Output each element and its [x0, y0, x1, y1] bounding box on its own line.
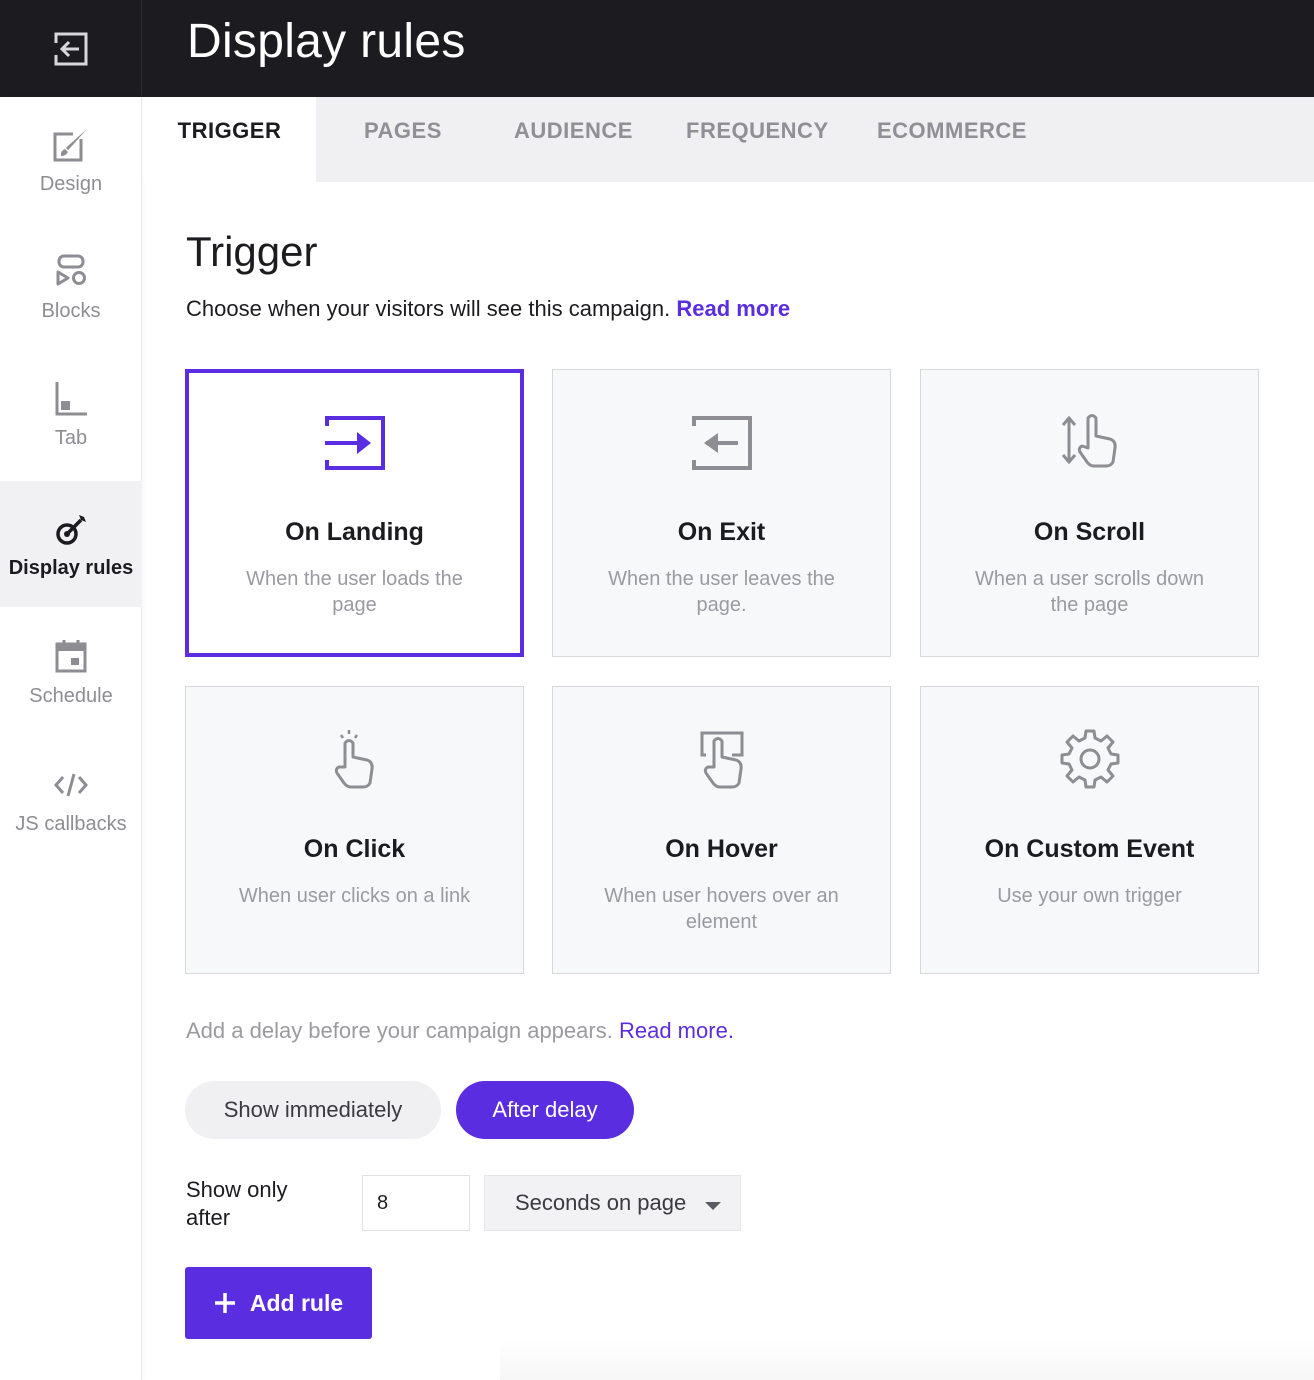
tab-frequency[interactable]: FREQUENCY: [686, 97, 829, 182]
sidebar-item-blocks[interactable]: Blocks: [0, 224, 142, 350]
after-delay-button[interactable]: After delay: [456, 1081, 634, 1139]
trigger-card-on-scroll[interactable]: On Scroll When a user scrolls down the p…: [920, 369, 1259, 657]
sidebar-item-display-rules[interactable]: Display rules: [0, 481, 142, 607]
target-icon: [56, 514, 86, 545]
page-title: Display rules: [187, 15, 466, 68]
blocks-icon: [56, 254, 86, 285]
caret-down-icon: [705, 1202, 721, 1210]
sidebar-item-label: JS callbacks: [15, 812, 127, 835]
sidebar-item-js-callbacks[interactable]: JS callbacks: [0, 737, 142, 863]
delay-unit-select[interactable]: Seconds on page: [484, 1175, 741, 1231]
trigger-card-on-exit[interactable]: On Exit When the user leaves the page.: [552, 369, 891, 657]
card-title: On Scroll: [1033, 518, 1146, 546]
card-description: When the user leaves the page.: [608, 568, 835, 616]
card-description: When a user scrolls down the page: [975, 568, 1204, 616]
sidebar-item-tab[interactable]: Tab: [0, 351, 142, 477]
delay-description-text: Add a delay before your campaign appears…: [186, 1018, 613, 1043]
sidebar-item-design[interactable]: Design: [0, 97, 142, 223]
card-title: On Custom Event: [984, 835, 1195, 863]
show-only-after-label: Show only after: [186, 1177, 288, 1230]
tab-ecommerce[interactable]: ECOMMERCE: [877, 97, 1027, 182]
delay-value-input[interactable]: [362, 1175, 470, 1231]
hover-hand-icon: [700, 731, 743, 789]
description-text: Choose when your visitors will see this …: [186, 296, 671, 321]
show-immediately-button[interactable]: Show immediately: [185, 1081, 441, 1139]
exit-arrow-icon: [52, 32, 87, 65]
sidebar-item-label: Tab: [54, 426, 88, 449]
card-description: When the user loads the page: [246, 568, 463, 616]
delay-period: .: [727, 1018, 734, 1043]
section-description: Choose when your visitors will see this …: [186, 296, 790, 322]
card-description: Use your own trigger: [997, 885, 1182, 907]
sidebar-item-schedule[interactable]: Schedule: [0, 609, 142, 735]
trigger-card-on-custom-event[interactable]: On Custom Event Use your own trigger: [920, 686, 1259, 974]
read-more-link[interactable]: Read more: [676, 296, 790, 321]
delay-unit-value: Seconds on page: [515, 1190, 687, 1215]
card-title: On Exit: [677, 518, 766, 546]
sidebar: Design Blocks Tab Display rules Schedule…: [0, 97, 142, 1380]
delay-read-more-link[interactable]: Read more: [619, 1018, 728, 1043]
delay-description: Add a delay before your campaign appears…: [186, 1018, 734, 1044]
add-rule-label: Add rule: [249, 1289, 344, 1316]
trigger-card-on-landing[interactable]: On Landing When the user loads the page: [185, 369, 524, 657]
sidebar-item-label: Schedule: [29, 684, 113, 707]
bottom-shadow: [500, 1340, 1314, 1380]
scroll-hand-icon: [1061, 414, 1117, 468]
card-title: On Landing: [285, 518, 424, 546]
card-description: When user clicks on a link: [238, 885, 471, 907]
sidebar-item-label: Design: [39, 172, 103, 195]
add-rule-button[interactable]: Add rule: [185, 1267, 372, 1339]
tab-icon: [55, 381, 87, 415]
exit-icon: [691, 416, 752, 470]
tab-trigger[interactable]: TRIGGER: [143, 97, 316, 182]
section-heading: Trigger: [186, 228, 318, 275]
trigger-card-on-click[interactable]: On Click When user clicks on a link: [185, 686, 524, 974]
trigger-card-on-hover[interactable]: On Hover When user hovers over an elemen…: [552, 686, 891, 974]
tab-bar: TRIGGER PAGES AUDIENCE FREQUENCY ECOMMER…: [143, 97, 1314, 182]
plus-icon: [214, 1293, 235, 1313]
enter-icon: [324, 416, 385, 470]
paintbrush-icon: [53, 128, 87, 161]
card-title: On Click: [303, 835, 406, 863]
sidebar-item-label: Blocks: [41, 299, 101, 322]
exit-button[interactable]: [0, 0, 142, 97]
calendar-icon: [55, 639, 87, 672]
top-bar: Display rules: [0, 0, 1314, 97]
gear-icon: [1060, 729, 1119, 789]
code-icon: [54, 773, 88, 796]
tab-audience[interactable]: AUDIENCE: [514, 97, 633, 182]
tab-pages[interactable]: PAGES: [364, 97, 442, 182]
card-title: On Hover: [665, 835, 778, 863]
card-description: When user hovers over an element: [604, 885, 839, 933]
click-hand-icon: [334, 730, 374, 789]
sidebar-item-label: Display rules: [8, 556, 134, 579]
